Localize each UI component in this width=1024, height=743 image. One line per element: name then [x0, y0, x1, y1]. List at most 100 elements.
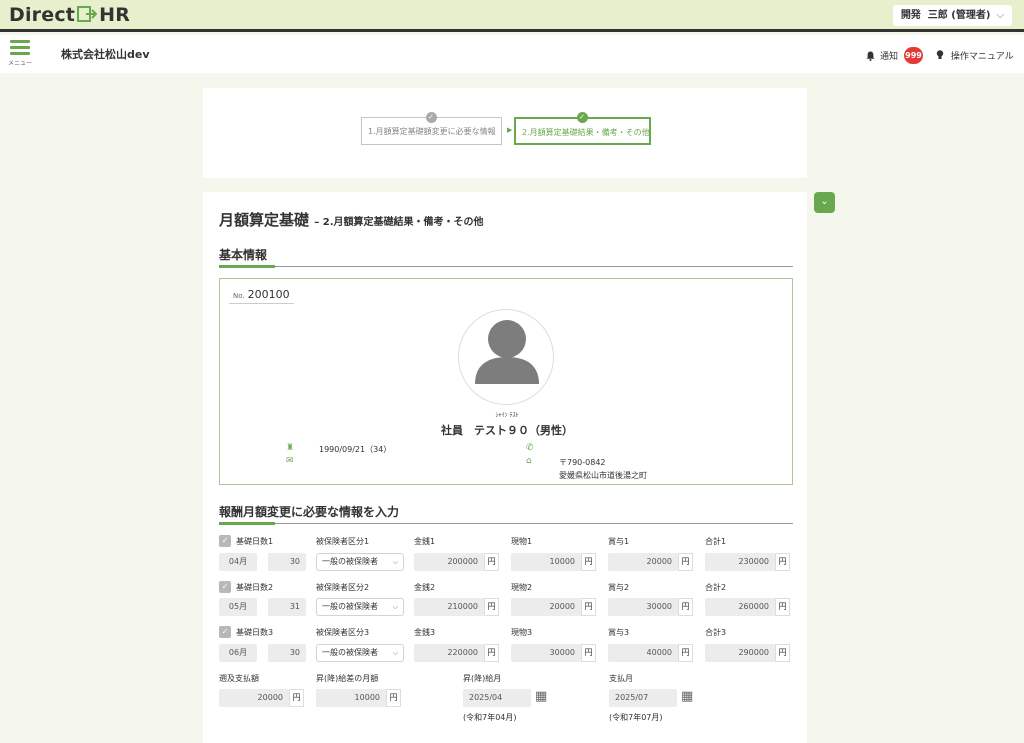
employee-info-box: No. 200100 ｼｬｲﾝ ﾃｽﾄ 社員 テスト９０（男性） ♜ 1990/0…	[219, 278, 793, 485]
days-input-2[interactable]: 31	[268, 598, 306, 616]
yen-unit: 円	[775, 598, 790, 616]
notification-count-badge: 999	[904, 47, 924, 64]
insured-type-label-3: 被保険者区分3	[316, 628, 370, 637]
goods-input-2[interactable]: 20000	[511, 598, 581, 616]
pay-month-label: 支払月	[609, 674, 633, 683]
yen-unit: 円	[678, 644, 693, 662]
avatar	[458, 309, 554, 405]
notification-button[interactable]: 通知 999	[866, 47, 924, 64]
month-input-1[interactable]: 04月	[219, 553, 257, 571]
step-2-label: 2.月額算定基礎結果・備考・その他	[522, 128, 650, 137]
page-subtitle: – 2.月額算定基礎結果・備考・その他	[314, 217, 484, 228]
company-name: 株式会社松山dev	[61, 48, 150, 61]
phone-icon: ✆	[526, 443, 534, 453]
goods-label-1: 現物1	[511, 537, 533, 546]
retro-pay-label: 遡及支払額	[219, 674, 259, 683]
yen-unit: 円	[289, 689, 304, 707]
employee-name: 社員 テスト９０（男性）	[441, 424, 573, 437]
app-logo[interactable]: Direct HR	[9, 4, 130, 26]
days-input-3[interactable]: 30	[268, 644, 306, 662]
total-input-2[interactable]: 260000	[705, 598, 775, 616]
yen-unit: 円	[581, 553, 596, 571]
raise-month-input[interactable]: 2025/04	[463, 689, 531, 707]
calendar-icon[interactable]: ▦	[681, 689, 699, 705]
chevron-down-icon: ⌵	[392, 649, 398, 657]
bonus-input-3[interactable]: 40000	[608, 644, 678, 662]
logo-text-hr: HR	[99, 4, 131, 26]
pay-month-input[interactable]: 2025/07	[609, 689, 677, 707]
raise-month-note: (令和7年04月)	[463, 713, 517, 722]
bonus-label-2: 賞与2	[608, 583, 630, 592]
goods-input-1[interactable]: 10000	[511, 553, 581, 571]
pay-month-note: (令和7年07月)	[609, 713, 663, 722]
step-indicator: ✓ 1.月額算定基礎額変更に必要な情報 ▶ ✓ 2.月額算定基礎結果・備考・その…	[203, 88, 807, 178]
yen-unit: 円	[484, 598, 499, 616]
collapse-toggle-button[interactable]: ⌄	[814, 192, 835, 213]
lightbulb-icon	[936, 50, 944, 59]
employee-kana: ｼｬｲﾝ ﾃｽﾄ	[495, 412, 519, 419]
user-menu[interactable]: 開発 三郎 (管理者) ⌵	[892, 5, 1012, 26]
goods-label-2: 現物2	[511, 583, 533, 592]
cash-input-2[interactable]: 210000	[414, 598, 484, 616]
total-label-3: 合計3	[705, 628, 727, 637]
yen-unit: 円	[386, 689, 401, 707]
total-input-3[interactable]: 290000	[705, 644, 775, 662]
header-bar: メニュー 株式会社松山dev 通知 999 操作マニュアル	[0, 35, 1024, 73]
main-card: 月額算定基礎 – 2.月額算定基礎結果・備考・その他 基本情報 No. 20010…	[203, 192, 807, 743]
checkbox-days-2[interactable]: ✓	[219, 581, 231, 593]
total-label-1: 合計1	[705, 537, 727, 546]
cash-input-1[interactable]: 200000	[414, 553, 484, 571]
manual-link[interactable]: 操作マニュアル	[936, 49, 1014, 62]
insured-type-select-1[interactable]: 一般の被保険者 ⌵	[316, 553, 404, 571]
step-1[interactable]: ✓ 1.月額算定基礎額変更に必要な情報	[361, 112, 502, 145]
days-input-1[interactable]: 30	[268, 553, 306, 571]
insured-type-label-1: 被保険者区分1	[316, 537, 370, 546]
logo-icon	[77, 6, 98, 22]
check-icon: ✓	[425, 112, 437, 123]
total-input-1[interactable]: 230000	[705, 553, 775, 571]
mail-icon: ✉	[286, 456, 294, 466]
employee-number: No. 200100	[229, 288, 294, 304]
yen-unit: 円	[581, 644, 596, 662]
postal-code: 〒790-0842	[559, 458, 606, 467]
goods-input-3[interactable]: 30000	[511, 644, 581, 662]
salary-diff-input[interactable]: 10000	[316, 689, 386, 707]
chevron-down-icon: ⌵	[996, 10, 1004, 21]
logo-text-direct: Direct	[9, 4, 76, 26]
checkbox-days-3[interactable]: ✓	[219, 626, 231, 638]
page-title-text: 月額算定基礎	[219, 211, 310, 229]
form-heading: 報酬月額変更に必要な情報を入力	[219, 503, 793, 525]
raise-month-label: 昇(降)給月	[463, 674, 502, 683]
menu-button[interactable]: メニュー	[8, 40, 32, 67]
insured-type-select-3[interactable]: 一般の被保険者 ⌵	[316, 644, 404, 662]
chevron-down-icon: ⌵	[392, 558, 398, 566]
menu-label: メニュー	[8, 60, 33, 67]
yen-unit: 円	[484, 644, 499, 662]
cake-icon: ♜	[286, 443, 295, 453]
bell-icon	[866, 51, 875, 61]
month-input-2[interactable]: 05月	[219, 598, 257, 616]
step-arrow-icon: ▶	[507, 126, 513, 134]
user-org: 開発	[900, 10, 921, 21]
bonus-input-1[interactable]: 20000	[608, 553, 678, 571]
cash-input-3[interactable]: 220000	[414, 644, 484, 662]
person-icon	[475, 320, 539, 384]
bonus-label-3: 賞与3	[608, 628, 630, 637]
insured-type-label-2: 被保険者区分2	[316, 583, 370, 592]
birthday: 1990/09/21（34）	[319, 445, 392, 454]
days-label-2: 基礎日数2	[236, 583, 274, 592]
insured-type-select-2[interactable]: 一般の被保険者 ⌵	[316, 598, 404, 616]
check-icon: ✓	[576, 112, 588, 123]
month-input-3[interactable]: 06月	[219, 644, 257, 662]
checkbox-days-1[interactable]: ✓	[219, 535, 231, 547]
top-bar: Direct HR 開発 三郎 (管理者) ⌵	[0, 0, 1024, 32]
bonus-input-2[interactable]: 30000	[608, 598, 678, 616]
salary-diff-label: 昇(降)給差の月額	[316, 674, 379, 683]
step-2[interactable]: ✓ 2.月額算定基礎結果・備考・その他	[514, 112, 651, 145]
calendar-icon[interactable]: ▦	[535, 689, 553, 705]
yen-unit: 円	[678, 553, 693, 571]
yen-unit: 円	[678, 598, 693, 616]
cash-label-2: 金銭2	[414, 583, 436, 592]
yen-unit: 円	[775, 644, 790, 662]
retro-pay-input[interactable]: 20000	[219, 689, 289, 707]
